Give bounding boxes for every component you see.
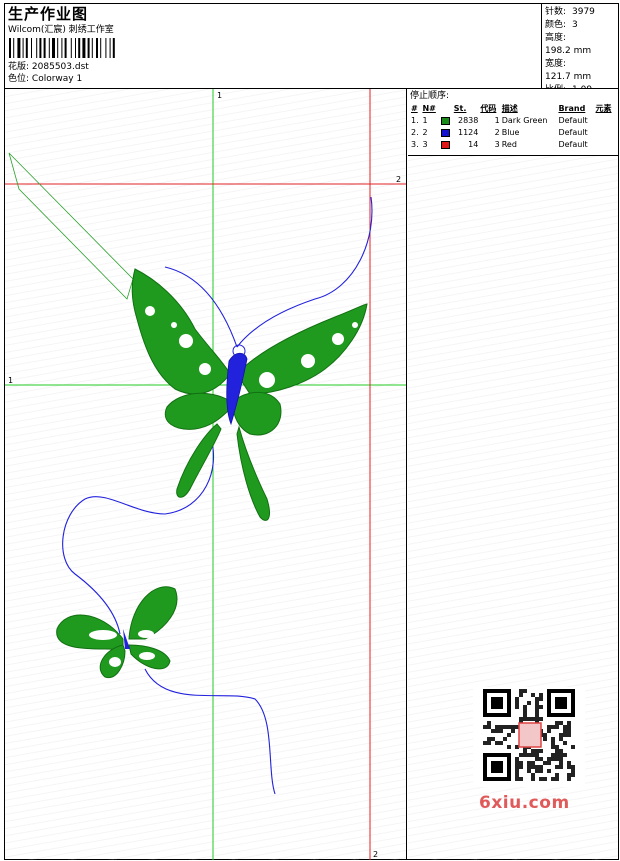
row-element [595, 115, 616, 127]
design-preview: 1 1 2 2 [5, 89, 407, 860]
qr-code [473, 687, 585, 787]
row-brand: Default [558, 140, 588, 149]
large-butterfly-right-tail [236, 425, 270, 521]
green-travel-stitch [8, 152, 134, 300]
row-swatch [440, 127, 453, 139]
col-code: 代码 [480, 104, 497, 113]
large-butterfly-right-lower-wing [232, 391, 282, 436]
stop-sequence-box: 停止顺序: # N# St. 代码 描述 Brand 元素 1. 1 2838 1 Da… [408, 89, 618, 156]
row-index: 3. [411, 140, 419, 149]
sheet-header: 生产作业图 Wilcom(汇宸) 刺绣工作室 花版: 2085503.dst 色… [5, 4, 618, 95]
col-hash: # [411, 104, 418, 113]
row-desc: Blue [501, 128, 520, 137]
color-swatch [440, 116, 450, 125]
stop-sequence-table: # N# St. 代码 描述 Brand 元素 1. 1 2838 1 Dark Gre… [410, 102, 616, 151]
colorway-value: Colorway 1 [31, 74, 83, 84]
row-desc: Dark Green [501, 116, 548, 125]
row-brand: Default [558, 128, 588, 137]
row-n: 3 [422, 140, 428, 149]
row-stitches: 1124 [457, 128, 479, 137]
row-stitches: 2838 [457, 116, 479, 125]
row-element [595, 127, 616, 139]
row-code: 1 [494, 116, 500, 125]
red-guide-label-right: 2 [396, 175, 401, 184]
production-sheet: 生产作业图 Wilcom(汇宸) 刺绣工作室 花版: 2085503.dst 色… [4, 3, 619, 860]
row-brand: Default [558, 116, 588, 125]
row-code: 2 [494, 128, 500, 137]
col-swatch [440, 102, 453, 115]
large-butterfly-left-tail [176, 423, 222, 498]
row-swatch [440, 115, 453, 127]
design-label: 花版: [8, 62, 30, 72]
stat-width: 宽度:121.7 mm [545, 59, 592, 82]
green-guide-label-top: 1 [217, 91, 222, 100]
blue-thread-bottom [144, 668, 276, 795]
large-butterfly-left-upper-wing [131, 268, 231, 395]
table-header-row: # N# St. 代码 描述 Brand 元素 [410, 102, 616, 115]
stat-height: 高度:198.2 mm [545, 33, 592, 56]
col-brand: Brand [558, 104, 586, 113]
col-element: 元素 [595, 104, 612, 113]
row-n: 1 [422, 116, 428, 125]
header-info: 生产作业图 Wilcom(汇宸) 刺绣工作室 花版: 2085503.dst 色… [5, 4, 542, 89]
row-stitches: 14 [468, 140, 479, 149]
large-butterfly [131, 268, 368, 521]
color-swatch [440, 128, 450, 137]
small-butterfly-upper-right-wing [128, 586, 178, 640]
qr-center-logo [518, 722, 542, 748]
row-index: 2. [411, 128, 419, 137]
row-index: 1. [411, 116, 419, 125]
embroidery-drawing: 1 1 2 2 [5, 89, 406, 860]
watermark-text: 6xiu.com [479, 793, 570, 813]
design-meta: 花版: 2085503.dst 色位: Colorway 1 [8, 61, 89, 85]
sheet-title: 生产作业图 [8, 5, 89, 23]
company-name: Wilcom(汇宸) 刺绣工作室 [8, 25, 114, 35]
col-n: N# [422, 104, 436, 113]
row-code: 3 [494, 140, 500, 149]
row-desc: Red [501, 140, 517, 149]
stats-panel: 针数:3979 颜色:3 高度:198.2 mm 宽度:121.7 mm 比例:… [542, 4, 618, 95]
large-butterfly-right-upper-wing [236, 303, 368, 395]
table-row: 3. 3 14 3 Red Default [410, 139, 616, 151]
col-desc: 描述 [501, 104, 518, 113]
large-butterfly-left-lower-wing [164, 392, 231, 430]
row-n: 2 [422, 128, 428, 137]
design-filename: 2085503.dst [31, 62, 89, 72]
red-guide-label-bottom: 2 [373, 850, 378, 859]
stop-sequence-title: 停止顺序: [410, 91, 450, 101]
table-row: 1. 1 2838 1 Dark Green Default [410, 115, 616, 127]
row-swatch [440, 139, 453, 151]
stat-stitches: 针数: 3979 [545, 7, 595, 17]
color-swatch [440, 140, 450, 149]
row-element [595, 139, 616, 151]
barcode [9, 38, 115, 58]
table-row: 2. 2 1124 2 Blue Default [410, 127, 616, 139]
stat-colors: 颜色: 3 [545, 20, 578, 30]
col-stitches: St. [453, 104, 467, 113]
colorway-label: 色位: [8, 74, 30, 84]
green-guide-label-left: 1 [8, 376, 13, 385]
qr-pattern [483, 689, 575, 781]
